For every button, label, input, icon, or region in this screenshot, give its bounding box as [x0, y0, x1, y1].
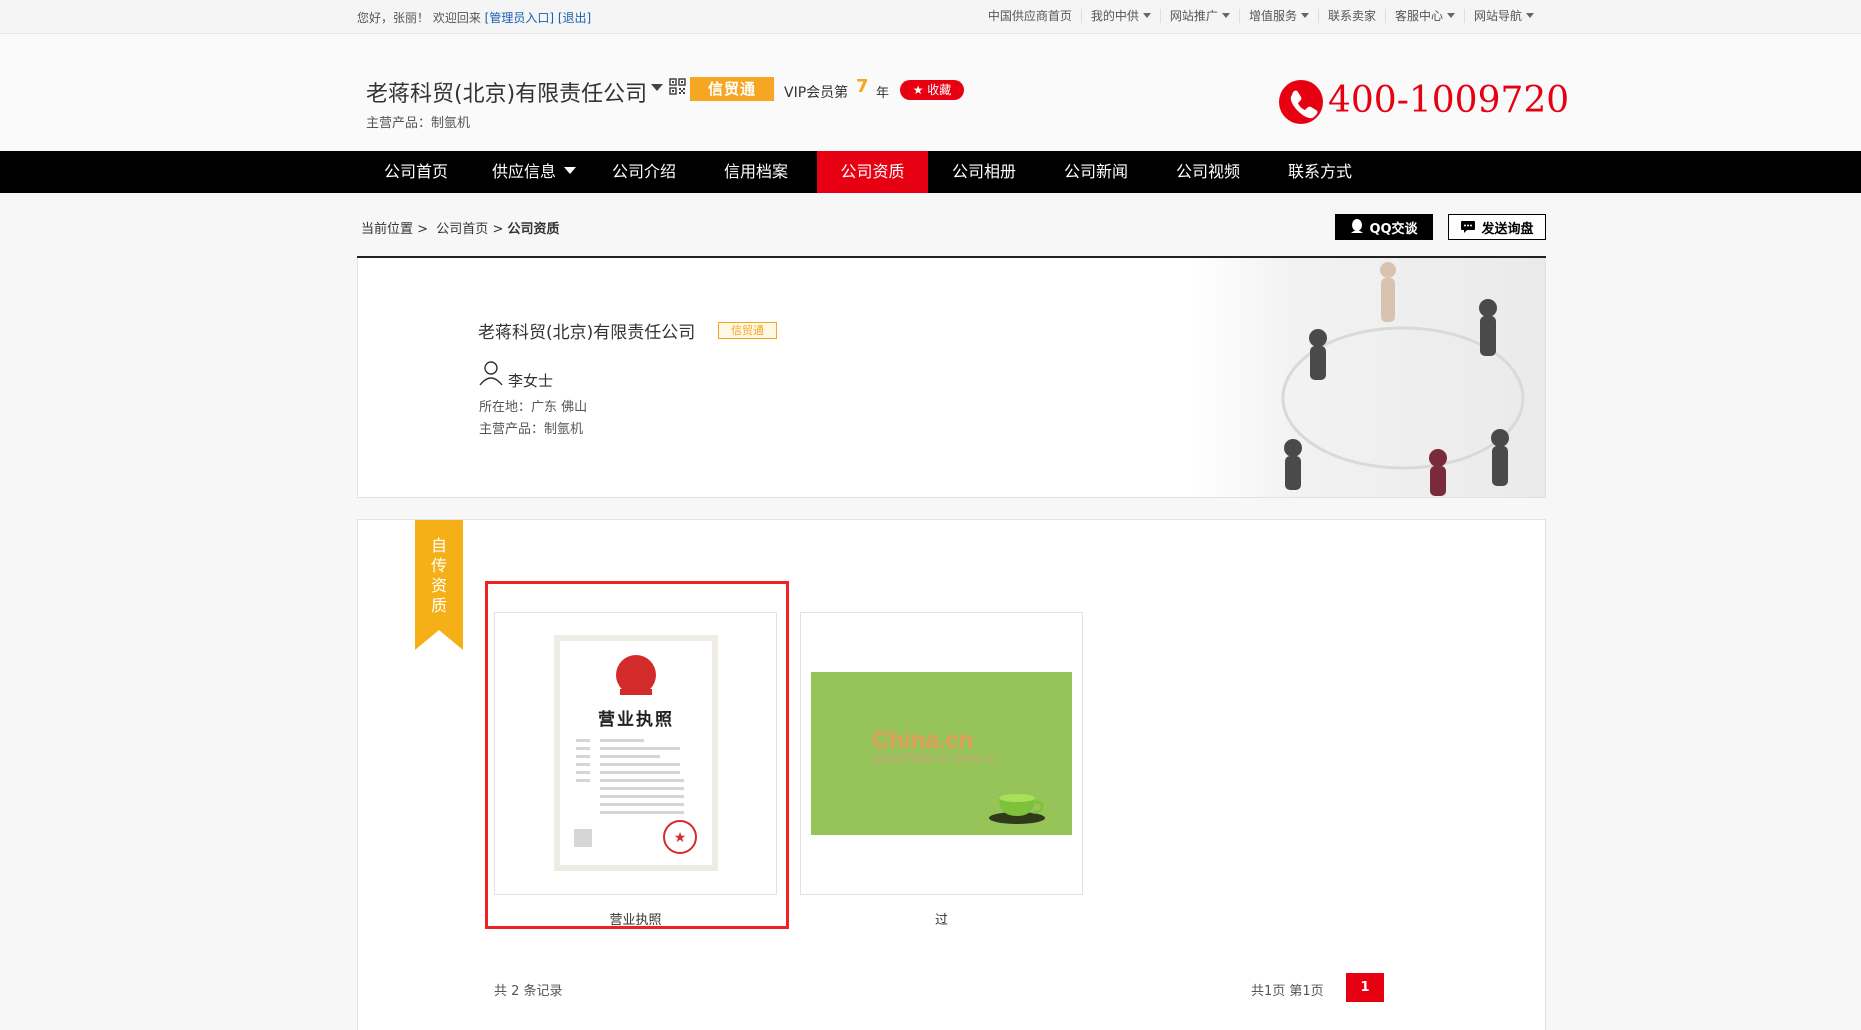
logout-link[interactable]: [退出] — [558, 11, 591, 25]
favorite-label: 收藏 — [927, 83, 952, 97]
send-inquiry-button[interactable]: 发送询盘 — [1448, 214, 1546, 240]
page-info: 共1页 第1页 — [1251, 984, 1324, 999]
top-link-promo[interactable]: 网站推广 — [1159, 9, 1239, 23]
vip-years: 7 — [856, 76, 869, 97]
record-count: 共 2 条记录 — [494, 984, 563, 999]
profile-trade-badge: 信贸通 — [718, 322, 777, 339]
chevron-down-icon[interactable] — [651, 84, 663, 91]
nav-label: 公司相册 — [951, 162, 1016, 181]
license-title: 营业执照 — [598, 710, 674, 730]
nav-contact[interactable]: 联系方式 — [1264, 151, 1376, 193]
top-link-home[interactable]: 中国供应商首页 — [979, 9, 1081, 23]
nav-label: 公司视频 — [1175, 162, 1240, 181]
nav-qualification[interactable]: 公司资质 — [817, 151, 928, 193]
top-link-my[interactable]: 我的中供 — [1080, 9, 1160, 23]
top-link-label: 我的中供 — [1090, 9, 1139, 23]
contact-person: 李女士 — [508, 372, 554, 390]
nav-supply[interactable]: 供应信息 — [475, 151, 593, 193]
top-link-label: 客服中心 — [1394, 9, 1443, 23]
star-icon: ★ — [912, 83, 924, 97]
top-link-value[interactable]: 增值服务 — [1238, 9, 1318, 23]
profile-location: 所在地：广东 佛山 — [479, 400, 588, 415]
person-icon — [479, 361, 503, 386]
teamwork-banner-image — [1188, 258, 1545, 497]
main-products: 主营产品：制氩机 — [366, 116, 471, 131]
top-link-label: 联系卖家 — [1327, 9, 1376, 23]
svg-text:★: ★ — [674, 830, 687, 846]
admin-entry-link[interactable]: [管理员入口] — [485, 11, 554, 25]
send-inquiry-label: 发送询盘 — [1481, 221, 1534, 237]
teacup-icon — [989, 794, 1045, 824]
top-link-label: 网站推广 — [1169, 9, 1218, 23]
license-paper: ★ 营业执照 — [560, 641, 712, 865]
breadcrumb-sep: > — [492, 222, 504, 237]
breadcrumb-prefix: 当前位置 > — [361, 222, 429, 237]
company-profile-card: 老蒋科贸(北京)有限责任公司 信贸通 李女士 所在地：广东 佛山 主营产品：制氩… — [357, 258, 1546, 498]
business-license-image: ★ 营业执照 — [554, 635, 718, 871]
breadcrumb-home[interactable]: 公司首页 — [436, 222, 488, 237]
nav-credit[interactable]: 信用档案 — [695, 151, 817, 193]
qq-chat-button[interactable]: QQ交谈 — [1335, 214, 1433, 240]
breadcrumb: 当前位置 > 公司首页 > 公司资质 — [361, 218, 560, 237]
breadcrumb-current: 公司资质 — [507, 222, 560, 237]
profile-company-name[interactable]: 老蒋科贸(北京)有限责任公司 — [478, 318, 695, 343]
company-name[interactable]: 老蒋科贸(北京)有限责任公司 — [366, 76, 647, 108]
cert-label-license[interactable]: 营业执照 — [494, 909, 777, 928]
cert-label-other[interactable]: 过 — [800, 909, 1083, 928]
ribbon-char: 资 — [430, 576, 447, 595]
nav-album[interactable]: 公司相册 — [928, 151, 1040, 193]
nav-label: 供应信息 — [491, 162, 556, 181]
top-link-label: 中国供应商首页 — [987, 9, 1072, 23]
watermark-url: jiang77888.cn.china.cn — [874, 751, 997, 765]
vip-year-suffix: 年 — [876, 86, 890, 101]
qq-icon — [1351, 219, 1364, 233]
nav-label: 公司首页 — [383, 162, 448, 181]
chevron-down-icon — [1446, 13, 1455, 18]
chevron-down-icon — [1142, 13, 1151, 18]
greeting-area: 您好，张丽！ 欢迎回来 [管理员入口] [退出] — [357, 9, 591, 26]
chevron-down-icon — [1300, 13, 1309, 18]
company-header: 老蒋科贸(北京)有限责任公司 信贸通 VIP会员第 7 年 ★ 收藏 主营产品：… — [0, 34, 1861, 151]
qr-code-icon[interactable] — [669, 78, 686, 95]
nav-video[interactable]: 公司视频 — [1152, 151, 1264, 193]
message-icon — [1461, 221, 1476, 233]
top-link-service[interactable]: 客服中心 — [1384, 9, 1464, 23]
favorite-button[interactable]: ★ 收藏 — [900, 80, 964, 100]
nav-label: 联系方式 — [1287, 162, 1352, 181]
top-links: 中国供应商首页 我的中供 网站推广 增值服务 联系卖家 客服中心 网站导航 — [979, 9, 1543, 23]
nav-intro[interactable]: 公司介绍 — [593, 151, 695, 193]
ribbon-char: 传 — [430, 556, 447, 575]
ribbon-char: 自 — [430, 536, 447, 555]
cert-card-license[interactable]: ★ 营业执照 — [494, 612, 777, 895]
qq-chat-label: QQ交谈 — [1369, 221, 1418, 237]
nav-news[interactable]: 公司新闻 — [1040, 151, 1152, 193]
greeting-text: 您好，张丽！ 欢迎回来 — [357, 11, 481, 25]
certificate-placeholder-image: China.cn jiang77888.cn.china.cn — [811, 672, 1072, 835]
cert-card-other[interactable]: China.cn jiang77888.cn.china.cn — [800, 612, 1083, 895]
certificates-section: 自 传 资 质 ★ 营业执照 营业执照 China.cn jiang77888.… — [357, 519, 1546, 1030]
nav-label: 公司介绍 — [611, 162, 676, 181]
nav-label: 信用档案 — [723, 162, 788, 181]
vip-label: VIP会员第 — [784, 85, 849, 101]
nav-label: 公司资质 — [840, 162, 905, 181]
top-link-label: 增值服务 — [1248, 9, 1297, 23]
hotline-number: 400-1009720 — [1328, 80, 1570, 121]
page-1-button[interactable]: 1 — [1346, 973, 1384, 1002]
chevron-down-icon — [1526, 13, 1534, 18]
chevron-down-icon — [1221, 13, 1230, 18]
top-link-label: 网站导航 — [1473, 9, 1522, 23]
nav-label: 公司新闻 — [1063, 162, 1128, 181]
top-link-sitemap[interactable]: 网站导航 — [1463, 9, 1543, 23]
top-utility-bar: 您好，张丽！ 欢迎回来 [管理员入口] [退出] 中国供应商首页 我的中供 网站… — [0, 0, 1861, 34]
ribbon-label: 自 传 资 质 — [415, 536, 463, 616]
trade-credit-badge: 信贸通 — [690, 77, 774, 101]
phone-icon — [1279, 80, 1323, 124]
main-nav: 公司首页 供应信息 公司介绍 信用档案 公司资质 公司相册 公司新闻 公司视频 … — [0, 151, 1861, 193]
license-emblem-icon: ★ — [574, 655, 697, 854]
top-link-contact-seller[interactable]: 联系卖家 — [1317, 9, 1385, 23]
profile-products: 主营产品：制氩机 — [479, 422, 584, 437]
ribbon-char: 质 — [430, 596, 447, 615]
nav-home[interactable]: 公司首页 — [357, 151, 475, 193]
chevron-down-icon — [564, 167, 576, 174]
